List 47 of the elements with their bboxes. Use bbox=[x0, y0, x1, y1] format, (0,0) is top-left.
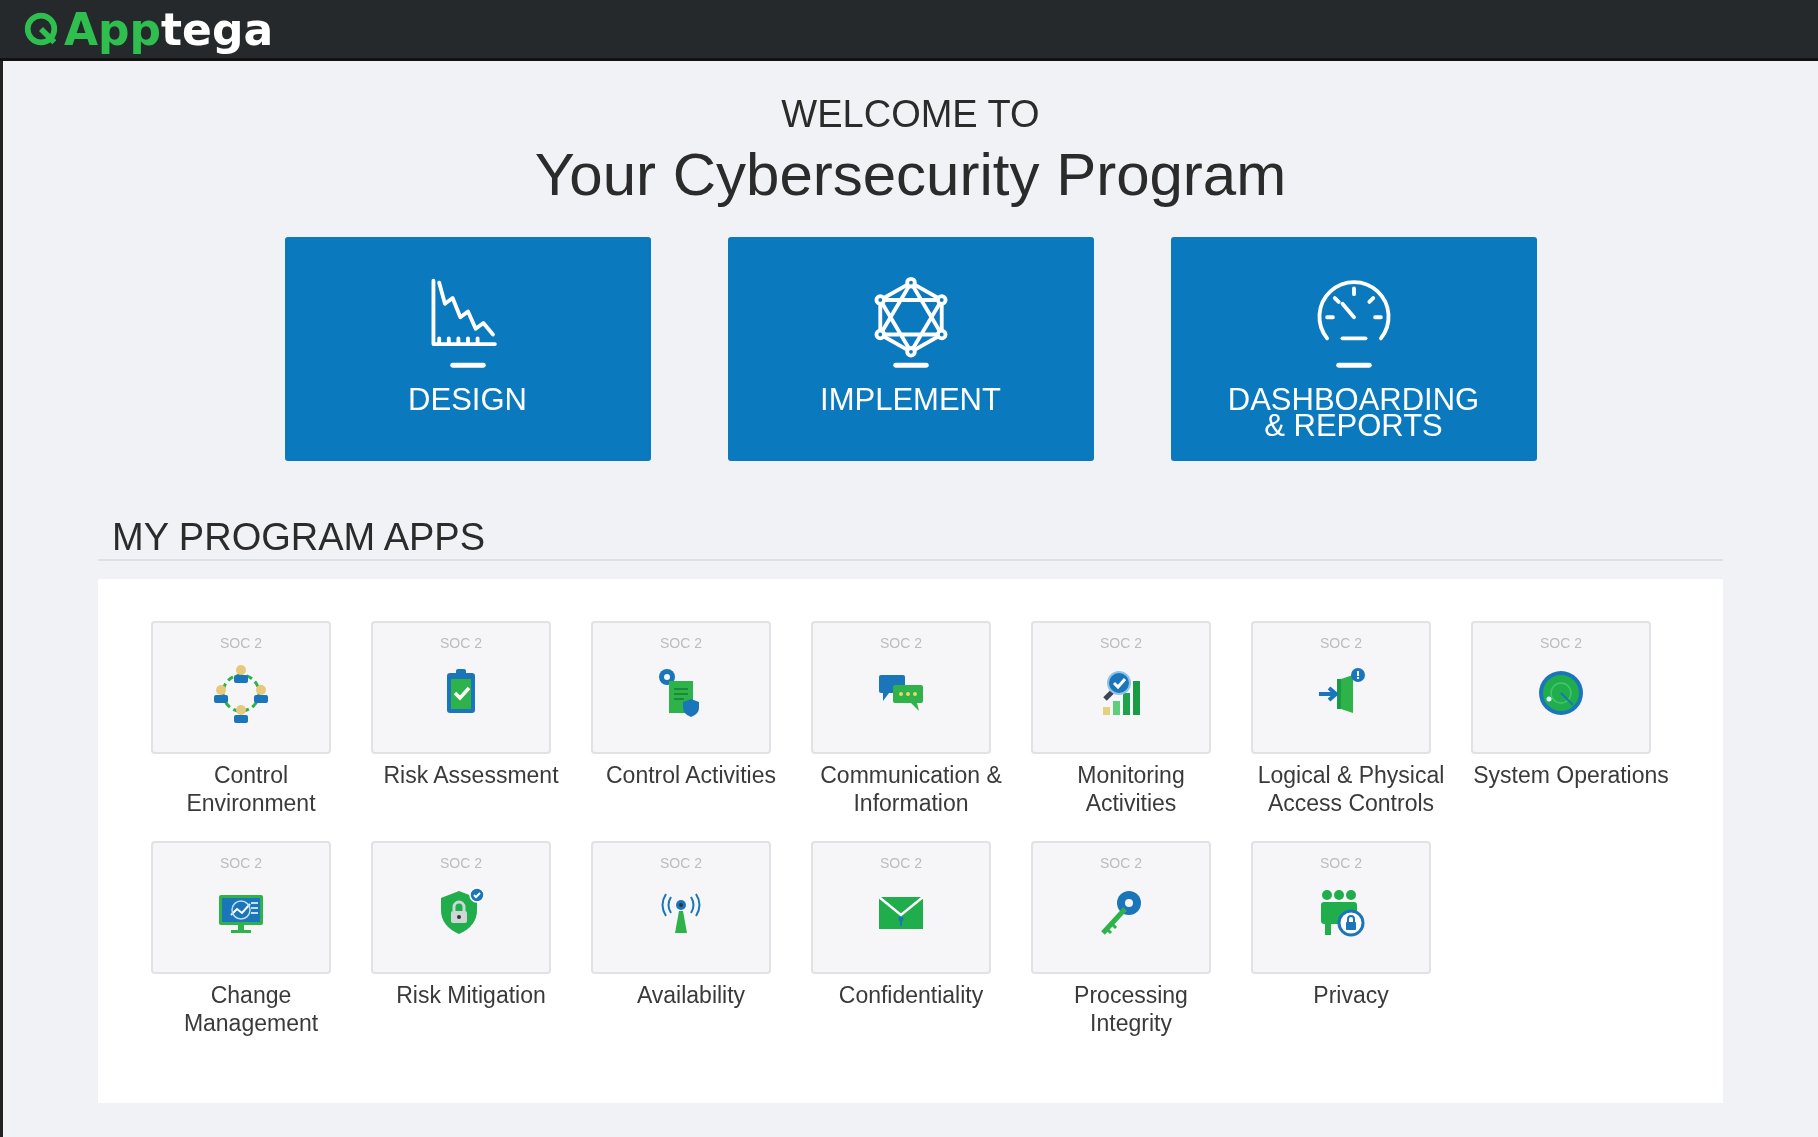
app-label: Availability bbox=[635, 982, 747, 1010]
module-card[interactable]: DASHBOARDING & REPORTS bbox=[1170, 237, 1537, 461]
tag-label: SOC 2 bbox=[660, 855, 702, 872]
tag-label: SOC 2 bbox=[440, 855, 482, 872]
app-label: System Operations bbox=[1472, 762, 1670, 790]
tag-label: SOC 2 bbox=[1540, 635, 1582, 651]
app-tile[interactable]: SOC 2 bbox=[591, 841, 771, 975]
tag-label: SOC 2 bbox=[1320, 855, 1362, 872]
app-tile[interactable]: SOC 2 bbox=[371, 841, 551, 975]
page-title: Your Cybersecurity Program bbox=[534, 140, 1287, 209]
app-tile[interactable]: SOC 2 bbox=[591, 621, 771, 754]
tag-label: SOC 2 bbox=[220, 635, 262, 651]
app-tile[interactable]: SOC 2 bbox=[371, 621, 551, 754]
app-tile[interactable]: SOC 2 bbox=[1471, 621, 1651, 754]
app-tile[interactable]: SOC 2 bbox=[1031, 621, 1211, 754]
app-label: Risk Mitigation bbox=[395, 982, 547, 1010]
module-card[interactable]: DESIGN bbox=[284, 237, 651, 461]
apptega-logo: Apptega bbox=[22, 3, 274, 55]
tag-label: SOC 2 bbox=[880, 635, 922, 651]
tag-label: SOC 2 bbox=[220, 855, 262, 872]
app-tile[interactable]: SOC 2 bbox=[151, 621, 331, 754]
app-label: Monitoring Activities bbox=[1076, 762, 1186, 818]
app-label: Confidentiality bbox=[837, 982, 985, 1010]
app-tile[interactable]: SOC 2 bbox=[811, 841, 991, 975]
tag-label: SOC 2 bbox=[660, 635, 702, 651]
tag-label: SOC 2 bbox=[440, 635, 482, 651]
tag-label: SOC 2 bbox=[1100, 855, 1142, 872]
app-tile[interactable]: SOC 2 bbox=[1031, 841, 1211, 975]
app-label: Logical & Physical Access Controls bbox=[1256, 762, 1446, 818]
app-label: Change Management bbox=[182, 982, 320, 1038]
app-tile[interactable]: SOC 2 bbox=[1251, 621, 1431, 754]
app-label: Privacy bbox=[1312, 982, 1390, 1010]
app-tile[interactable]: SOC 2 bbox=[151, 841, 331, 975]
module-card[interactable]: IMPLEMENT bbox=[727, 237, 1094, 461]
app-label: Control Environment bbox=[185, 762, 317, 818]
app-label: Risk Assessment bbox=[382, 762, 560, 790]
app-label: Communication & Information bbox=[819, 762, 1003, 818]
app-tile[interactable]: SOC 2 bbox=[811, 621, 991, 754]
section-heading: MY PROGRAM APPS bbox=[112, 516, 487, 559]
tag-label: SOC 2 bbox=[880, 855, 922, 872]
app-label: Processing Integrity bbox=[1073, 982, 1189, 1038]
people-circle-icon bbox=[211, 663, 271, 723]
app-label: Control Activities bbox=[605, 762, 777, 790]
tag-label: SOC 2 bbox=[1100, 635, 1142, 651]
tag-label: SOC 2 bbox=[1320, 635, 1362, 651]
app-tile[interactable]: SOC 2 bbox=[1251, 841, 1431, 975]
welcome-kicker: WELCOME TO bbox=[781, 93, 1040, 136]
